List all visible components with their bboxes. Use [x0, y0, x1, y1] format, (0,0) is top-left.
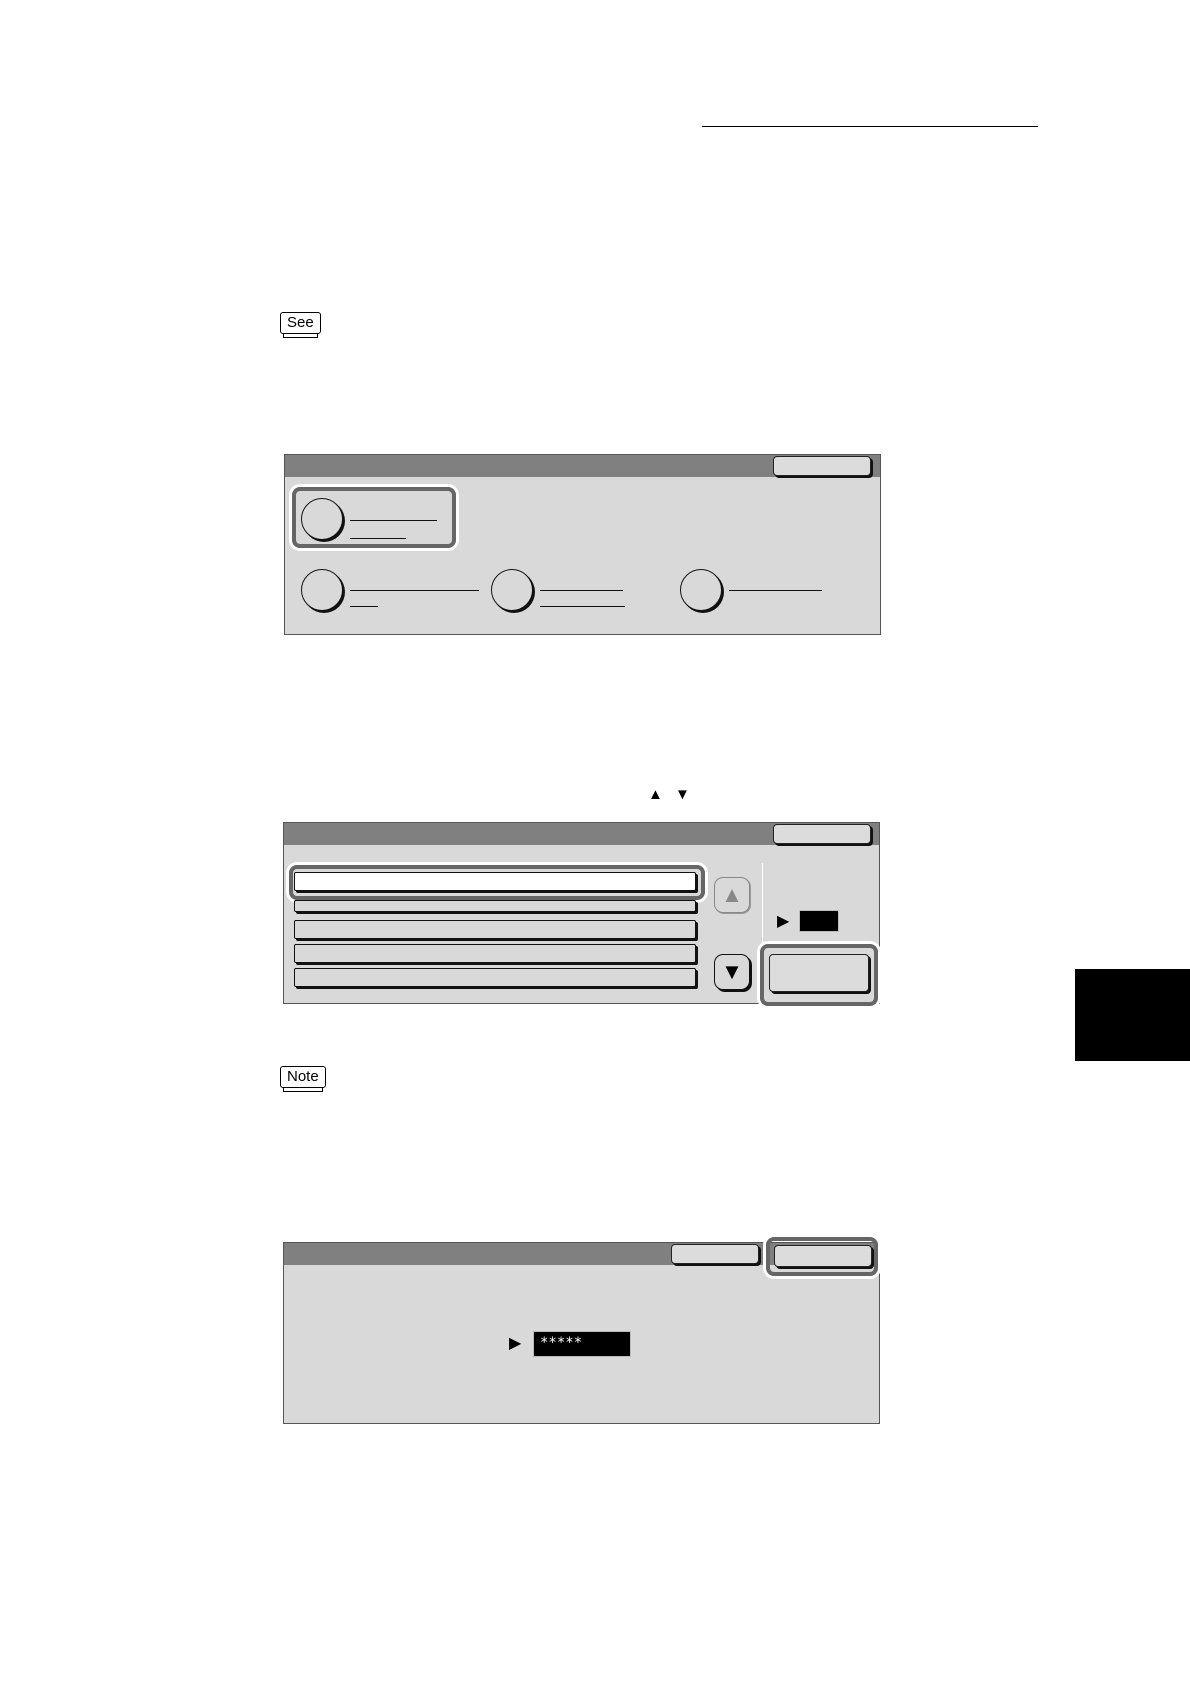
screen-1-option-2-radio[interactable]	[301, 569, 343, 611]
screen-1-option-4-label-line	[729, 590, 822, 591]
screen-1-close-button[interactable]	[773, 456, 871, 476]
note-label: Note	[287, 1068, 319, 1085]
scroll-up-icon: ▲	[721, 882, 743, 907]
screen-2-close-button[interactable]	[773, 824, 871, 844]
screen-2-pointer-icon: ▶	[777, 913, 790, 930]
screen-2-list-row-5[interactable]	[294, 968, 696, 987]
scroll-arrows-icon: ▲ ▼	[648, 786, 694, 803]
screen-2-list-row-1[interactable]	[294, 872, 696, 891]
screen-2-list-row-3[interactable]	[294, 920, 696, 939]
screen-3-panel: ▶ *****	[283, 1237, 880, 1424]
see-label: See	[287, 314, 314, 331]
see-reference-icon: See	[280, 312, 321, 338]
screen-1-panel	[284, 454, 881, 635]
screen-2-list-row-4[interactable]	[294, 944, 696, 963]
header-rule	[702, 126, 1038, 127]
screen-1-option-2-label-line	[350, 590, 479, 591]
scroll-down-icon: ▼	[721, 959, 743, 984]
screen-3-cancel-button[interactable]	[671, 1244, 759, 1264]
screen-3-pointer-icon: ▶	[509, 1335, 522, 1352]
screen-2-value-field	[799, 910, 839, 932]
screen-1-option-3-label-line-2	[540, 606, 625, 607]
screen-1-option-1-label-line	[350, 520, 437, 521]
scroll-down-button[interactable]: ▼	[714, 954, 750, 990]
screen-1-option-3-radio[interactable]	[491, 569, 533, 611]
note-reference-icon: Note	[280, 1066, 326, 1092]
password-field[interactable]: *****	[533, 1331, 631, 1357]
screen-1-option-3-label-line	[540, 590, 623, 591]
screen-2-action-button[interactable]	[769, 954, 869, 992]
screen-1-option-4-radio[interactable]	[680, 569, 722, 611]
screen-1-option-1-radio[interactable]	[301, 498, 343, 540]
scroll-up-button[interactable]: ▲	[714, 877, 750, 913]
screen-2-divider	[762, 863, 763, 953]
chapter-side-tab	[1075, 969, 1190, 1061]
screen-3-confirm-button[interactable]	[774, 1245, 872, 1267]
screen-1-option-2-label-line-2	[350, 606, 378, 607]
screen-2-list-row-2[interactable]	[294, 900, 696, 912]
screen-2-panel: ▲ ▼ ▶	[283, 822, 880, 1006]
screen-1-option-1-label-line-2	[350, 538, 406, 539]
